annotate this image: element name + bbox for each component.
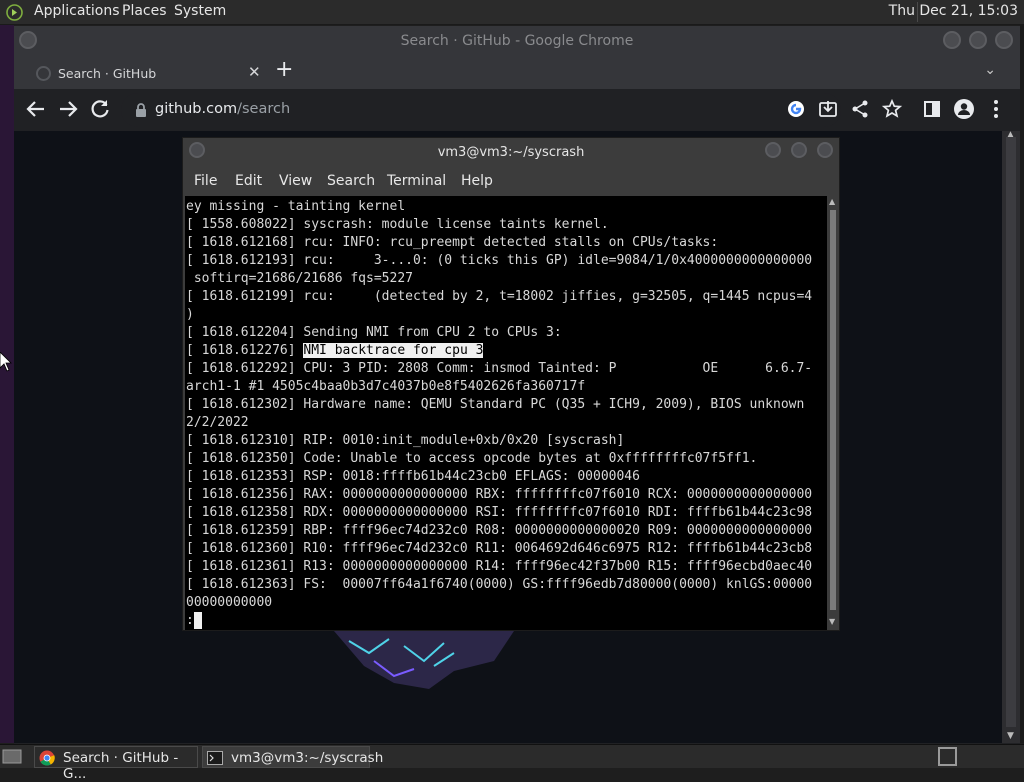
page-scroll-thumb[interactable] [1006, 137, 1016, 727]
terminal-line: [ 1618.612204] Sending NMI from CPU 2 to… [186, 325, 562, 340]
desktop-edge [1020, 25, 1024, 743]
show-desktop-icon[interactable] [2, 748, 22, 765]
chrome-icon [39, 750, 55, 766]
close-window-button[interactable] [995, 31, 1013, 49]
terminal-scroll-down-icon[interactable]: ▼ [829, 617, 835, 626]
terminal-title: vm3@vm3:~/syscrash [437, 145, 585, 160]
search-highlight: NMI backtrace for cpu 3 [303, 343, 484, 358]
terminal-line: [ 1618.612356] RAX: 0000000000000000 RBX… [186, 487, 813, 502]
tab-github-search[interactable]: Search · GitHub ✕ [24, 58, 264, 89]
clock[interactable]: Thu Dec 21, 15:03 [889, 3, 1018, 19]
top-panel: Applications Places System Thu Dec 21, 1… [0, 0, 1024, 25]
window-menu-button[interactable] [19, 31, 37, 49]
terminal-line-highlighted: [ 1618.612276] NMI backtrace for cpu 3 [186, 342, 827, 360]
new-tab-button[interactable]: + [275, 57, 293, 82]
terminal-line: softirq=21686/21686 fqs=5227 [186, 271, 413, 286]
terminal-line: [ 1618.612353] RSP: 0018:ffffb61b44c23cb… [186, 469, 640, 484]
reload-icon[interactable] [88, 97, 112, 121]
back-arrow-icon[interactable] [24, 97, 48, 121]
terminal-line: [ 1618.612292] CPU: 3 PID: 2808 Comm: in… [186, 361, 813, 376]
terminal-line: 2/2/2022 [186, 415, 249, 430]
tab-close-icon[interactable]: ✕ [248, 63, 261, 81]
terminal-line: ey missing - tainting kernel [186, 199, 406, 214]
task-chrome[interactable]: Search · GitHub - G... [34, 746, 198, 782]
workspace-switcher[interactable] [938, 747, 957, 766]
terminal-line: [ 1618.612363] FS: 00007ff64a1f6740(0000… [186, 577, 813, 592]
terminal-line: arch1-1 #1 4505c4baa0b3d7c4037b0e8f54026… [186, 379, 586, 394]
taskbar: Search · GitHub - G... vm3@vm3:~/syscras… [0, 744, 1024, 782]
terminal-line: [ 1618.612193] rcu: 3-...0: (0 ticks thi… [186, 253, 813, 268]
terminal-line: [ 1618.612350] Code: Unable to access op… [186, 451, 758, 466]
task-chrome-label: Search · GitHub - G... [63, 750, 179, 782]
system-logo-icon[interactable] [6, 4, 23, 21]
mouse-pointer-icon [0, 352, 12, 372]
terminal-maximize-button[interactable] [791, 142, 807, 158]
terminal-line: [ 1618.612360] R10: ffff96ec74d232c0 R11… [186, 541, 813, 556]
tab-strip: Search · GitHub ✕ + ⌄ [14, 56, 1020, 89]
pager-prompt: : [186, 613, 194, 628]
terminal-window: vm3@vm3:~/syscrash File Edit View Search… [182, 137, 840, 631]
address-bar[interactable]: github.com/search [121, 93, 841, 127]
forward-arrow-icon[interactable] [56, 97, 80, 121]
terminal-close-button[interactable] [817, 142, 833, 158]
menu-file[interactable]: File [194, 173, 217, 189]
menu-terminal[interactable]: Terminal [387, 173, 446, 189]
text-cursor [193, 612, 202, 629]
terminal-line: [ 1618.612168] rcu: INFO: rcu_preempt de… [186, 235, 719, 250]
menu-help[interactable]: Help [461, 173, 493, 189]
menu-edit[interactable]: Edit [235, 173, 262, 189]
chrome-titlebar[interactable]: Search · GitHub - Google Chrome [14, 26, 1020, 56]
task-terminal-label: vm3@vm3:~/syscrash [231, 750, 384, 766]
lock-icon[interactable] [134, 102, 148, 118]
terminal-icon [207, 751, 223, 765]
minimize-button[interactable] [943, 31, 961, 49]
terminal-line: [ 1618.612358] RDX: 0000000000000000 RSI… [186, 505, 813, 520]
terminal-scroll-thumb[interactable] [830, 210, 836, 610]
browser-toolbar: github.com/search [14, 89, 1020, 131]
system-menu[interactable]: System [174, 3, 226, 19]
page-scrollbar[interactable]: ▲ ▼ [1002, 130, 1020, 743]
applications-menu[interactable]: Applications [34, 3, 120, 19]
terminal-titlebar[interactable]: vm3@vm3:~/syscrash [183, 138, 839, 167]
terminal-line: [ 1618.612359] RBP: ffff96ec74d232c0 R08… [186, 523, 813, 538]
url-text[interactable]: github.com/search [155, 101, 290, 117]
timestamp-prefix: [ 1618.612276] [186, 343, 304, 358]
terminal-scrollbar[interactable]: ▲ ▼ [827, 196, 839, 630]
terminal-line: 00000000000 [186, 595, 273, 610]
terminal-line: [ 1618.612310] RIP: 0010:init_module+0xb… [186, 433, 625, 448]
share-icon[interactable] [848, 97, 872, 121]
terminal-window-menu-button[interactable] [189, 142, 205, 158]
terminal-line: [ 1618.612361] R13: 0000000000000000 R14… [186, 559, 813, 574]
install-app-icon[interactable] [816, 97, 840, 121]
window-title: Search · GitHub - Google Chrome [400, 33, 634, 49]
tab-search-chevron-icon[interactable]: ⌄ [984, 62, 996, 78]
tab-label: Search · GitHub [58, 66, 157, 81]
terminal-line: [ 1618.612302] Hardware name: QEMU Stand… [186, 397, 805, 412]
wallpaper-art [334, 631, 514, 689]
maximize-button[interactable] [969, 31, 987, 49]
profile-avatar-icon[interactable] [952, 97, 976, 121]
scroll-down-arrow-icon[interactable]: ▼ [1007, 731, 1014, 741]
menu-view[interactable]: View [279, 173, 312, 189]
pager-prompt-line[interactable]: : [186, 612, 827, 630]
terminal-line: ) [186, 307, 194, 322]
menu-search[interactable]: Search [327, 173, 375, 189]
google-lens-icon[interactable] [784, 97, 808, 121]
url-host: github.com [155, 101, 238, 117]
terminal-line: [ 1558.608022] syscrash: module license … [186, 217, 609, 232]
url-path: /search [237, 101, 291, 117]
terminal-line: [ 1618.612199] rcu: (detected by 2, t=18… [186, 289, 813, 304]
terminal-scroll-up-icon[interactable]: ▲ [829, 197, 835, 206]
places-menu[interactable]: Places [122, 3, 167, 19]
desktop-background [0, 25, 14, 743]
bookmark-star-icon[interactable] [880, 97, 904, 121]
github-favicon-icon [36, 66, 51, 81]
terminal-minimize-button[interactable] [765, 142, 781, 158]
task-terminal[interactable]: vm3@vm3:~/syscrash [202, 746, 383, 768]
terminal-output[interactable]: ey missing - tainting kernel [ 1558.60802… [185, 196, 827, 630]
side-panel-icon[interactable] [920, 97, 944, 121]
terminal-menubar: File Edit View Search Terminal Help [183, 167, 839, 196]
more-menu-icon[interactable] [984, 97, 1008, 121]
